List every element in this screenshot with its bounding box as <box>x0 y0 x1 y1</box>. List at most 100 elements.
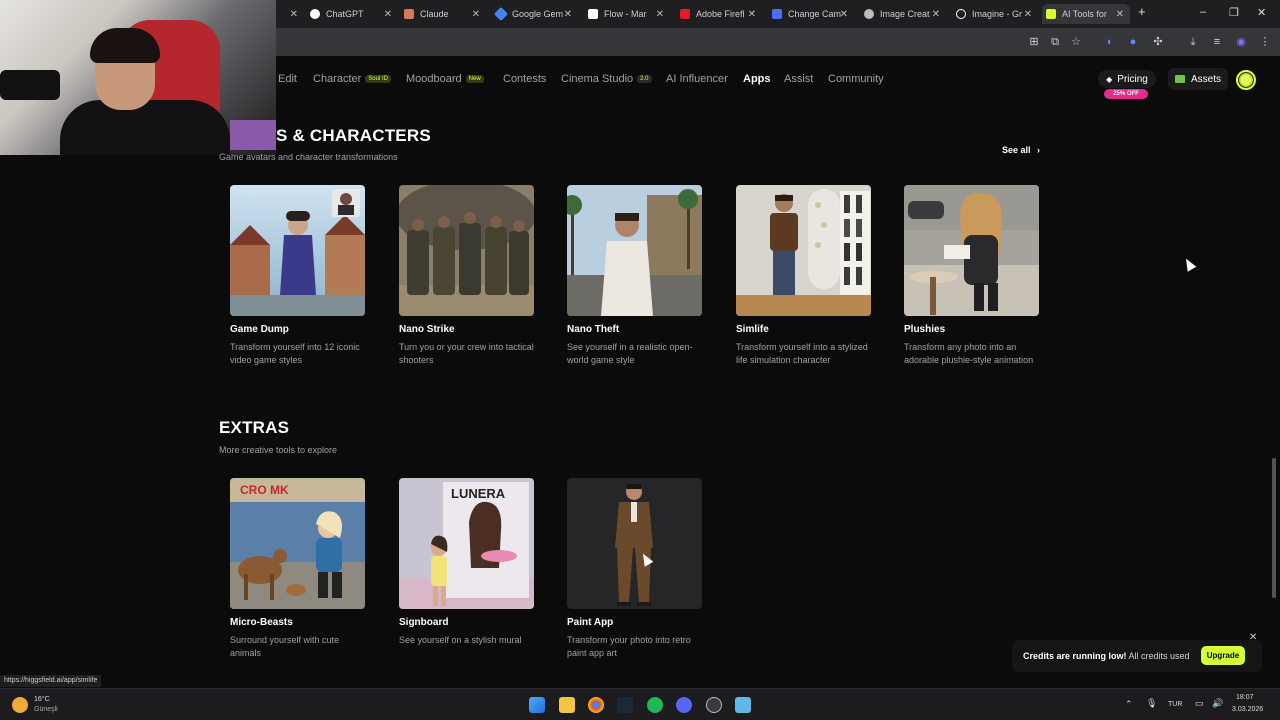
nav-ai-influencer[interactable]: AI Influencer <box>666 73 728 85</box>
steam-icon[interactable] <box>617 697 633 713</box>
nav-moodboard[interactable]: Moodboard New <box>406 73 484 85</box>
close-icon[interactable]: ✕ <box>656 9 664 20</box>
nav-character[interactable]: Character Soul ID <box>313 73 391 85</box>
volume-icon[interactable]: 🔊 <box>1212 698 1223 709</box>
nav-contests[interactable]: Contests <box>503 73 546 85</box>
close-icon[interactable]: ✕ <box>840 9 848 20</box>
chrome-icon[interactable] <box>588 697 604 713</box>
card-thumbnail: LUNERA <box>399 478 534 609</box>
weather-temp: 16°C <box>34 696 50 703</box>
tab-label: Change Cam <box>788 9 842 19</box>
card-title: Nano Theft <box>567 324 620 335</box>
person-hair <box>90 28 160 63</box>
nav-cinema-studio[interactable]: Cinema Studio 2.0 <box>561 73 652 85</box>
see-all-link[interactable]: See all › <box>1002 145 1040 155</box>
bookmark-star-icon[interactable]: ☆ <box>1069 35 1083 49</box>
app-card-micro-beasts[interactable]: CRO MK Micro-Beasts Surround yourself wi… <box>224 472 376 682</box>
windows-start-icon[interactable] <box>529 697 545 713</box>
section-title-games: S & CHARACTERS <box>276 126 431 145</box>
discount-badge: 25% OFF <box>1104 89 1148 99</box>
profile-icon[interactable]: ◉ <box>1234 35 1248 49</box>
file-explorer-icon[interactable] <box>559 697 575 713</box>
app-card-nano-theft[interactable]: Nano Theft See yourself in a realistic o… <box>561 179 713 389</box>
section-subtitle-extras: More creative tools to explore <box>219 445 338 455</box>
tab-adobe-firefly[interactable]: Adobe Firefl ✕ <box>680 4 756 24</box>
notepad-icon[interactable] <box>735 697 751 713</box>
app-card-signboard[interactable]: LUNERA Signboard See yourself on a styli… <box>393 472 545 682</box>
sign-text: CRO MK <box>240 483 289 497</box>
tab-change-cam[interactable]: Change Cam ✕ <box>772 4 848 24</box>
avatar[interactable] <box>1236 70 1256 90</box>
download-icon[interactable]: ⤓ <box>1186 35 1200 49</box>
extensions-puzzle-icon[interactable]: ✣ <box>1151 35 1165 49</box>
card-title: Paint App <box>567 617 614 628</box>
close-icon[interactable]: ✕ <box>1024 9 1032 20</box>
close-icon[interactable]: ✕ <box>384 9 392 20</box>
media-icon[interactable]: ≡ <box>1210 35 1224 49</box>
close-icon[interactable]: ✕ <box>932 9 940 20</box>
extension-icon[interactable]: ◖ <box>1102 35 1116 49</box>
app-card-simlife[interactable]: Simlife Transform yourself into a styliz… <box>730 179 882 389</box>
microphone <box>0 70 60 100</box>
tray-chevron-icon[interactable]: ⌃ <box>1125 699 1133 710</box>
tab-imagine[interactable]: Imagine - Gr ✕ <box>956 4 1032 24</box>
window-close-icon[interactable]: ✕ <box>1257 6 1266 19</box>
tab-close-prev[interactable]: ✕ <box>288 4 298 24</box>
weather-icon[interactable] <box>12 697 28 713</box>
card-thumbnail <box>230 185 365 316</box>
discord-icon[interactable] <box>676 697 692 713</box>
windows-taskbar: 16°C Güneşli ⌃ 🎙 TUR ▭ 🔊 18:07 3.03.2026 <box>0 688 1280 720</box>
card-thumbnail <box>567 185 702 316</box>
restore-icon[interactable]: ❐ <box>1229 6 1239 19</box>
close-icon[interactable]: ✕ <box>472 9 480 20</box>
app-icon[interactable] <box>706 697 722 713</box>
nav-community[interactable]: Community <box>828 73 884 85</box>
card-thumbnail <box>904 185 1039 316</box>
status-url: https://higgsfield.ai/app/simlife <box>0 675 102 687</box>
app-card-nano-strike[interactable]: Nano Strike Turn you or your crew into t… <box>393 179 545 389</box>
card-title: Micro-Beasts <box>230 617 293 628</box>
tab-image-creator[interactable]: Image Creat ✕ <box>864 4 940 24</box>
extension-circle-icon[interactable]: ● <box>1126 35 1140 49</box>
scrollbar-thumb[interactable] <box>1272 458 1276 598</box>
assets-button[interactable]: Assets <box>1168 68 1228 90</box>
app-card-game-dump[interactable]: Game Dump Transform yourself into 12 ico… <box>224 179 376 389</box>
nav-assist[interactable]: Assist <box>784 73 813 85</box>
menu-icon[interactable]: ⋮ <box>1258 35 1272 49</box>
close-icon[interactable]: ✕ <box>1116 9 1124 20</box>
app-card-paint-app[interactable]: Paint App Transform your photo into retr… <box>561 472 713 682</box>
network-icon[interactable]: ▭ <box>1195 698 1204 709</box>
nav-apps[interactable]: Apps <box>743 73 771 85</box>
nav-label: Cinema Studio <box>561 73 634 85</box>
tab-gemini[interactable]: Google Gem ✕ <box>493 4 572 24</box>
close-icon[interactable]: ✕ <box>564 9 572 20</box>
tab-ai-tools[interactable]: AI Tools for ✕ <box>1042 4 1130 24</box>
docs-icon <box>772 9 782 19</box>
language-indicator[interactable]: TUR <box>1168 701 1182 708</box>
card-title: Plushies <box>904 324 946 335</box>
tab-chatgpt[interactable]: ChatGPT ✕ <box>310 4 392 24</box>
card-title: Game Dump <box>230 324 289 335</box>
diamond-icon: ◆ <box>1106 74 1113 84</box>
microphone-icon[interactable]: 🎙 <box>1146 698 1157 709</box>
clock-time[interactable]: 18:07 <box>1236 694 1254 701</box>
tab-claude[interactable]: Claude ✕ <box>404 4 480 24</box>
translate-icon[interactable]: ⊞ <box>1027 35 1041 49</box>
flow-icon <box>588 9 598 19</box>
new-tab-icon[interactable]: + <box>1138 4 1146 19</box>
tab-label: Image Creat <box>880 9 930 19</box>
pricing-button[interactable]: ◆ Pricing <box>1098 70 1156 88</box>
install-app-icon[interactable]: ⧉ <box>1048 35 1062 49</box>
app-card-plushies[interactable]: Plushies Transform any photo into an ado… <box>898 179 1050 389</box>
page-scrollbar[interactable] <box>1270 60 1278 688</box>
nav-edit[interactable]: Edit <box>278 73 297 85</box>
spotify-icon[interactable] <box>647 697 663 713</box>
upgrade-button[interactable]: Upgrade <box>1201 646 1245 665</box>
close-icon[interactable]: ✕ <box>290 9 298 20</box>
close-icon[interactable]: ✕ <box>748 9 756 20</box>
clock-date[interactable]: 3.03.2026 <box>1232 706 1263 713</box>
tab-flow[interactable]: Flow - Mar ✕ <box>588 4 664 24</box>
new-badge: New <box>465 75 484 84</box>
minimize-icon[interactable]: – <box>1200 6 1206 18</box>
card-title: Signboard <box>399 617 449 628</box>
